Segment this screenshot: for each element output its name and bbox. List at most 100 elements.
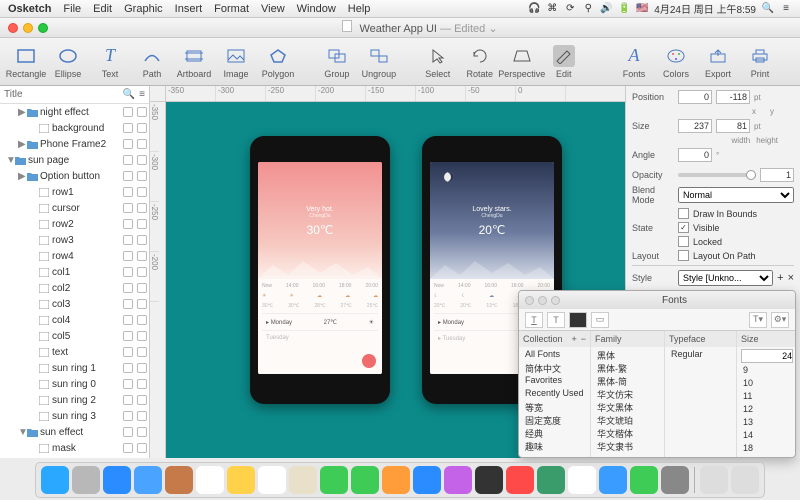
font-list-item[interactable]: 13: [737, 416, 795, 429]
visibility-toggle[interactable]: [123, 235, 133, 245]
visibility-toggle[interactable]: [123, 299, 133, 309]
minimize-window[interactable]: [23, 23, 33, 33]
layer-row[interactable]: ▼sun effect: [0, 424, 149, 440]
visibility-toggle[interactable]: [123, 203, 133, 213]
visibility-toggle[interactable]: [123, 379, 133, 389]
edited-chevron[interactable]: ⌄: [488, 23, 497, 35]
underline-btn[interactable]: T: [525, 312, 543, 328]
layer-row[interactable]: col4: [0, 312, 149, 328]
layer-row[interactable]: cursor: [0, 200, 149, 216]
visibility-toggle[interactable]: [123, 107, 133, 117]
font-list-item[interactable]: 华文黑体: [591, 400, 664, 413]
font-list-item[interactable]: 9: [737, 364, 795, 377]
layer-row[interactable]: row1: [0, 184, 149, 200]
layer-row[interactable]: row4: [0, 248, 149, 264]
opacity-field[interactable]: 1: [760, 168, 794, 182]
style-select[interactable]: Style [Unkno...: [678, 270, 773, 286]
lock-toggle[interactable]: [137, 171, 147, 181]
layer-row[interactable]: mask: [0, 440, 149, 456]
wifi-icon[interactable]: ⚲: [582, 3, 594, 15]
lock-toggle[interactable]: [137, 363, 147, 373]
fab-button-1[interactable]: [362, 354, 376, 368]
visibility-toggle[interactable]: [123, 347, 133, 357]
lock-toggle[interactable]: [137, 123, 147, 133]
visibility-toggle[interactable]: [123, 283, 133, 293]
lock-toggle[interactable]: [137, 427, 147, 437]
lock-toggle[interactable]: [137, 347, 147, 357]
function-icon[interactable]: ⌘: [546, 3, 558, 15]
layer-row[interactable]: col2: [0, 280, 149, 296]
visibility-toggle[interactable]: [123, 427, 133, 437]
lock-toggle[interactable]: [137, 395, 147, 405]
dock-app-launchpad[interactable]: [72, 466, 100, 494]
layer-row[interactable]: sun ring 1: [0, 360, 149, 376]
font-list-item[interactable]: 18: [737, 442, 795, 455]
disclosure-icon[interactable]: ▼: [6, 155, 14, 166]
layer-row[interactable]: sun ring 3: [0, 408, 149, 424]
font-list-item[interactable]: 11: [737, 390, 795, 403]
layer-row[interactable]: col5: [0, 328, 149, 344]
tool-edit[interactable]: Edit: [544, 45, 584, 79]
headphones-icon[interactable]: 🎧: [528, 3, 540, 15]
lock-toggle[interactable]: [137, 107, 147, 117]
size-input[interactable]: [741, 349, 793, 363]
volume-icon[interactable]: 🔊: [600, 3, 612, 15]
menu-window[interactable]: Window: [297, 3, 336, 15]
layer-row[interactable]: ▶Option button: [0, 168, 149, 184]
add-collection[interactable]: +: [571, 334, 576, 344]
visibility-toggle[interactable]: [123, 363, 133, 373]
fonts-panel[interactable]: Fonts T T ▭ T▾ ⚙▾ Collection+− All Fonts…: [518, 290, 796, 458]
menu-insert[interactable]: Insert: [175, 3, 203, 15]
tool-fonts[interactable]: AFonts: [614, 45, 654, 79]
dock-app-calendar[interactable]: [196, 466, 224, 494]
visibility-toggle[interactable]: [123, 171, 133, 181]
font-list-item[interactable]: 华文仿宋: [591, 387, 664, 400]
dock-app-contacts[interactable]: [165, 466, 193, 494]
angle-field[interactable]: 0: [678, 148, 712, 162]
tool-ungroup[interactable]: Ungroup: [359, 45, 399, 79]
layer-row[interactable]: row2: [0, 216, 149, 232]
tool-group[interactable]: Group: [317, 45, 357, 79]
font-list-item[interactable]: 14: [737, 429, 795, 442]
dock-app-terminal[interactable]: [475, 466, 503, 494]
disclosure-icon[interactable]: ▼: [18, 427, 26, 438]
lock-toggle[interactable]: [137, 411, 147, 421]
dock-app-finder[interactable]: [41, 466, 69, 494]
menu-help[interactable]: Help: [348, 3, 371, 15]
layer-row[interactable]: row3: [0, 232, 149, 248]
style-remove[interactable]: ×: [788, 272, 794, 284]
visibility-toggle[interactable]: [123, 331, 133, 341]
color-btn[interactable]: [569, 312, 587, 328]
visibility-toggle[interactable]: [123, 411, 133, 421]
visibility-toggle[interactable]: [123, 267, 133, 277]
dock-app-reminders[interactable]: [258, 466, 286, 494]
dock-app-facetime[interactable]: [351, 466, 379, 494]
tool-rectangle[interactable]: Rectangle: [6, 45, 46, 79]
strike-btn[interactable]: T: [547, 312, 565, 328]
lock-toggle[interactable]: [137, 331, 147, 341]
dock-app-notes[interactable]: [227, 466, 255, 494]
lock-toggle[interactable]: [137, 155, 147, 165]
size-h[interactable]: 81: [716, 119, 750, 133]
size-w[interactable]: 237: [678, 119, 712, 133]
text-options-btn[interactable]: T▾: [749, 312, 767, 328]
tool-rotate[interactable]: Rotate: [460, 45, 500, 79]
visibility-toggle[interactable]: [123, 251, 133, 261]
lock-toggle[interactable]: [137, 267, 147, 277]
lock-toggle[interactable]: [137, 187, 147, 197]
disclosure-icon[interactable]: ▶: [18, 139, 26, 150]
dock-app-qq[interactable]: [599, 466, 627, 494]
menu-icon[interactable]: ≡: [139, 89, 145, 100]
font-list-item[interactable]: 华文楷体: [591, 426, 664, 439]
font-list-item[interactable]: 等宽: [519, 400, 590, 413]
tool-polygon[interactable]: Polygon: [258, 45, 298, 79]
font-list-item[interactable]: 10: [737, 377, 795, 390]
visibility-toggle[interactable]: [123, 139, 133, 149]
locked-check[interactable]: [678, 236, 689, 247]
dock-app-sketch[interactable]: [506, 466, 534, 494]
edited-text[interactable]: Edited: [454, 23, 485, 35]
font-list-item[interactable]: 黑体-繁: [591, 361, 664, 374]
tool-ellipse[interactable]: Ellipse: [48, 45, 88, 79]
font-list-item[interactable]: Favorites: [519, 374, 590, 387]
app-name[interactable]: Osketch: [8, 3, 51, 15]
